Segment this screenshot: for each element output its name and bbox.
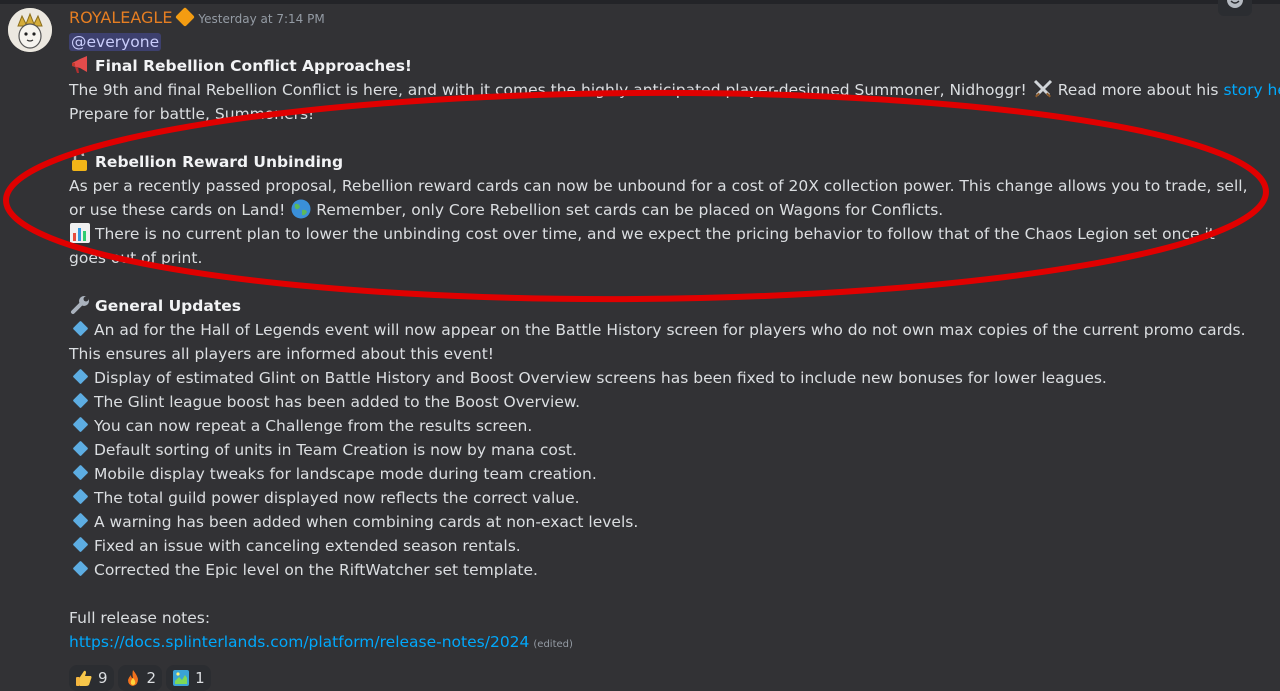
blue-diamond-icon: [72, 560, 89, 577]
blue-diamond-icon: [72, 392, 89, 409]
body-text: Read more about his: [1057, 81, 1219, 99]
unlocked-icon: [69, 150, 91, 172]
message-content: ROYALEAGLE Yesterday at 7:14 PM @everyone…: [69, 6, 1280, 691]
mention-line: @everyone: [69, 30, 1249, 54]
everyone-mention[interactable]: @everyone: [69, 33, 162, 51]
release-notes-link[interactable]: https://docs.splinterlands.com/platform/…: [69, 633, 529, 651]
reactions-bar: 9 2 1: [69, 665, 1249, 691]
update-text: The total guild power displayed now refl…: [94, 489, 580, 507]
body-text: There is no current plan to lower the un…: [69, 225, 1215, 267]
role-diamond-icon: [175, 7, 196, 27]
custom-emoji-icon: [173, 670, 190, 686]
message-header: ROYALEAGLE Yesterday at 7:14 PM: [69, 6, 1249, 30]
conflict-line-1: The 9th and final Rebellion Conflict is …: [69, 78, 1280, 102]
update-text: Mobile display tweaks for landscape mode…: [94, 465, 597, 483]
reaction-count: 1: [195, 669, 205, 687]
reaction-count: 2: [146, 669, 157, 687]
update-text: An ad for the Hall of Legends event will…: [69, 321, 1246, 363]
bar-chart-icon: [69, 222, 91, 244]
update-item: Display of estimated Glint on Battle His…: [69, 366, 1249, 390]
release-notes-line: https://docs.splinterlands.com/platform/…: [69, 630, 1249, 657]
story-link[interactable]: story here.: [1223, 81, 1280, 99]
reaction-count: 9: [98, 669, 108, 687]
blue-diamond-icon: [72, 488, 89, 505]
unbinding-paragraph-2: There is no current plan to lower the un…: [69, 222, 1249, 270]
timestamp[interactable]: Yesterday at 7:14 PM: [198, 12, 324, 26]
update-item: The total guild power displayed now refl…: [69, 486, 1249, 510]
reaction-custom[interactable]: 1: [166, 665, 211, 691]
update-item: An ad for the Hall of Legends event will…: [69, 318, 1249, 366]
edited-marker: (edited): [533, 639, 573, 650]
megaphone-icon: [69, 54, 91, 76]
blue-diamond-icon: [72, 536, 89, 553]
update-item: A warning has been added when combining …: [69, 510, 1249, 534]
unbinding-paragraph-1: As per a recently passed proposal, Rebel…: [69, 174, 1249, 222]
update-text: Display of estimated Glint on Battle His…: [94, 369, 1107, 387]
release-notes-label: Full release notes:: [69, 609, 211, 627]
wrench-icon: [69, 294, 91, 316]
blue-diamond-icon: [72, 416, 89, 433]
heading-text: General Updates: [95, 297, 241, 315]
update-item: Default sorting of units in Team Creatio…: [69, 438, 1249, 462]
update-text: A warning has been added when combining …: [94, 513, 639, 531]
globe-icon: [290, 198, 312, 220]
update-text: Fixed an issue with canceling extended s…: [94, 537, 521, 555]
reaction-fire[interactable]: 2: [117, 665, 163, 691]
update-item: Fixed an issue with canceling extended s…: [69, 534, 1249, 558]
update-text: You can now repeat a Challenge from the …: [94, 417, 533, 435]
update-item: Corrected the Epic level on the RiftWatc…: [69, 558, 1249, 582]
username[interactable]: ROYALEAGLE: [69, 8, 172, 27]
blue-diamond-icon: [72, 512, 89, 529]
heading-text: Final Rebellion Conflict Approaches!: [95, 57, 413, 75]
update-item: Mobile display tweaks for landscape mode…: [69, 462, 1249, 486]
blue-diamond-icon: [72, 440, 89, 457]
blue-diamond-icon: [72, 464, 89, 481]
reaction-thumbs-up[interactable]: 9: [69, 665, 114, 691]
update-item: You can now repeat a Challenge from the …: [69, 414, 1249, 438]
crossed-swords-icon: [1032, 78, 1054, 100]
fire-icon: [127, 670, 138, 686]
section-heading-unbinding: Rebellion Reward Unbinding: [69, 150, 1249, 174]
body-text: The 9th and final Rebellion Conflict is …: [69, 81, 1027, 99]
update-text: Default sorting of units in Team Creatio…: [94, 441, 577, 459]
update-item: The Glint league boost has been added to…: [69, 390, 1249, 414]
section-heading-updates: General Updates: [69, 294, 1249, 318]
body-text: Remember, only Core Rebellion set cards …: [316, 201, 944, 219]
update-text: Corrected the Epic level on the RiftWatc…: [94, 561, 538, 579]
heading-text: Rebellion Reward Unbinding: [95, 153, 344, 171]
section-heading-conflict: Final Rebellion Conflict Approaches!: [69, 54, 1249, 78]
avatar[interactable]: [8, 8, 52, 52]
chat-message: ROYALEAGLE Yesterday at 7:14 PM @everyone…: [0, 0, 1280, 691]
blue-diamond-icon: [72, 320, 89, 337]
update-text: The Glint league boost has been added to…: [94, 393, 581, 411]
conflict-line-2: Prepare for battle, Summoners!: [69, 105, 315, 123]
blue-diamond-icon: [72, 368, 89, 385]
thumbs-up-icon: [76, 670, 92, 686]
